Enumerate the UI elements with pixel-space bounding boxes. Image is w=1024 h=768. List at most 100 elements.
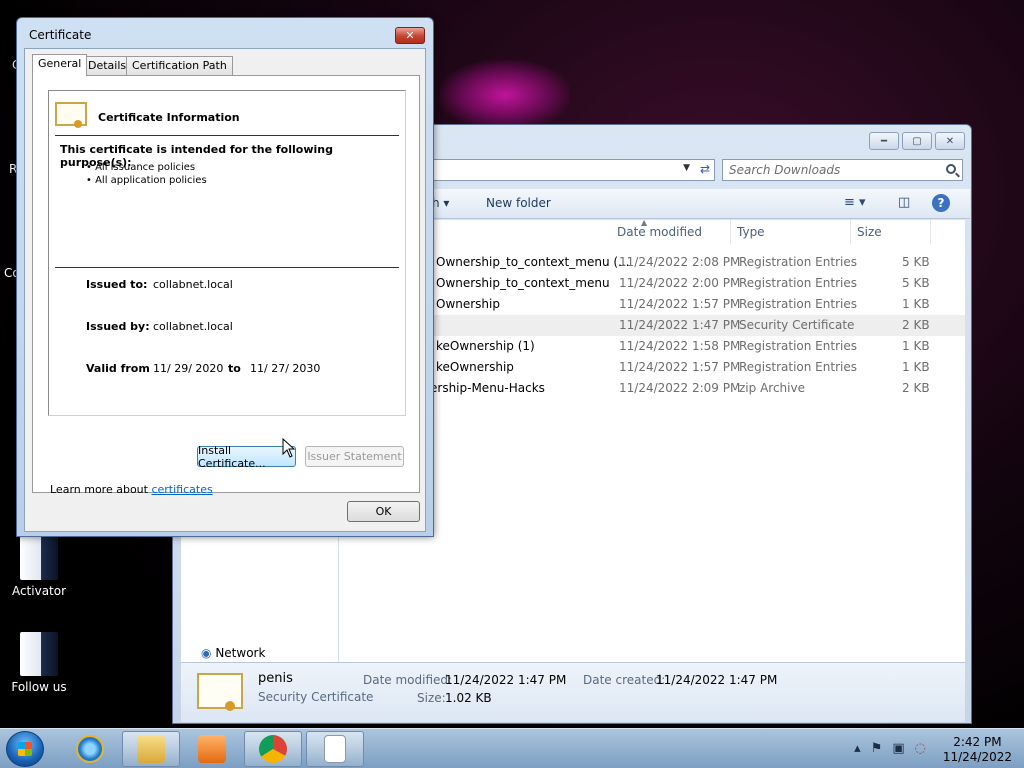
issued-by-label: Issued by: — [86, 320, 150, 333]
start-button[interactable] — [6, 731, 44, 767]
folder-icon — [137, 735, 165, 763]
taskbar: ▴ ⚑ ▣ ◌ 2:42 PM 11/24/2022 — [0, 728, 1024, 768]
column-header-type[interactable]: Type — [731, 220, 851, 244]
document-icon — [324, 735, 346, 763]
file-date: 11/24/2022 1:47 PM — [619, 318, 741, 332]
file-date: 11/24/2022 1:57 PM — [619, 297, 741, 311]
action-center-flag-icon[interactable]: ⚑ — [871, 741, 883, 756]
system-tray: ▴ ⚑ ▣ ◌ — [854, 741, 926, 756]
file-size: 2 KB — [902, 318, 930, 332]
date-modified-label: Date modified: — [363, 673, 453, 687]
desktop-icon-activator[interactable]: Activator — [4, 536, 74, 598]
file-name: Ownership_to_context_menu — [436, 276, 610, 290]
valid-from-value: 11/ 29/ 2020 — [153, 362, 224, 375]
file-type: Registration Entries — [739, 255, 857, 269]
file-size: 2 KB — [902, 381, 930, 395]
tab-general[interactable]: General — [32, 54, 88, 76]
file-type: Registration Entries — [739, 276, 857, 290]
issued-to-label: Issued to: — [86, 278, 148, 291]
file-name: Ownership_to_context_menu (... — [436, 255, 630, 269]
valid-from-label: Valid from — [86, 362, 150, 375]
tab-details[interactable]: Details — [82, 56, 133, 75]
network-icon[interactable]: ▣ — [892, 741, 904, 756]
date-created-label: Date created: — [583, 673, 666, 687]
close-icon: ✕ — [945, 135, 955, 147]
organize-menu[interactable]: h ▾ — [432, 196, 449, 210]
general-tab-panel: Certificate Information This certificate… — [32, 75, 420, 493]
file-type: Registration Entries — [739, 360, 857, 374]
learn-more-label: Learn more about — [50, 483, 152, 496]
learn-more-text: Learn more about certificates — [50, 483, 213, 496]
taskbar-internet-explorer[interactable] — [61, 731, 119, 767]
certificate-icon — [197, 673, 243, 711]
dialog-body: General Details Certification Path Certi… — [24, 48, 426, 532]
file-size: 5 KB — [902, 255, 930, 269]
file-date: 11/24/2022 2:08 PM — [619, 255, 741, 269]
taskbar-media-player[interactable] — [183, 731, 241, 767]
desktop-icon-label: Activator — [11, 584, 67, 598]
date-created-value: 11/24/2022 1:47 PM — [656, 673, 778, 687]
clock[interactable]: 2:42 PM 11/24/2022 — [943, 735, 1012, 765]
minimize-button[interactable]: ━ — [869, 132, 899, 150]
details-file-type: Security Certificate — [258, 690, 374, 704]
file-date: 11/24/2022 1:58 PM — [619, 339, 741, 353]
nav-item-network[interactable]: ◉ Network — [201, 646, 265, 660]
file-type: Registration Entries — [739, 339, 857, 353]
internet-explorer-icon — [76, 735, 104, 763]
view-options-icon[interactable]: ≡ ▾ — [844, 195, 866, 210]
column-header-size[interactable]: Size — [851, 220, 931, 244]
file-size: 1 KB — [902, 297, 930, 311]
show-hidden-icons-icon[interactable]: ▴ — [854, 741, 861, 756]
certificate-info-box: Certificate Information This certificate… — [48, 90, 406, 416]
clock-time: 2:42 PM — [953, 735, 1002, 749]
dialog-title: Certificate — [29, 28, 92, 42]
preview-pane-icon[interactable]: ◫ — [898, 195, 910, 210]
date-modified-value: 11/24/2022 1:47 PM — [445, 673, 567, 687]
close-button[interactable]: ✕ — [935, 132, 965, 150]
chrome-icon — [259, 735, 287, 763]
taskbar-chrome[interactable] — [244, 731, 302, 767]
file-type: Security Certificate — [739, 318, 855, 332]
volume-muted-icon[interactable]: ◌ — [915, 741, 926, 756]
desktop-icon-follow-us[interactable]: Follow us — [4, 632, 74, 694]
maximize-button[interactable]: ▢ — [902, 132, 932, 150]
column-header-date-modified[interactable]: Date modified — [611, 220, 731, 244]
file-date: 11/24/2022 2:00 PM — [619, 276, 741, 290]
desktop-icon-label: Follow us — [11, 680, 67, 694]
file-name: ership-Menu-Hacks — [430, 381, 545, 395]
ok-button[interactable]: OK — [347, 501, 420, 522]
certificates-link[interactable]: certificates — [151, 483, 212, 496]
file-size: 5 KB — [902, 276, 930, 290]
issuer-statement-button[interactable]: Issuer Statement — [305, 446, 404, 467]
nav-item-label: Network — [215, 646, 266, 660]
window-controls: ━ ▢ ✕ — [869, 132, 965, 150]
dialog-close-button[interactable]: ✕ — [395, 27, 425, 44]
search-input[interactable]: Search Downloads — [722, 159, 963, 181]
desktop-wallpaper-glow — [440, 60, 570, 130]
valid-to-value: 11/ 27/ 2030 — [250, 362, 321, 375]
certificate-info-heading: Certificate Information — [98, 111, 240, 124]
divider — [55, 135, 399, 136]
mouse-cursor-icon — [282, 438, 296, 458]
help-icon[interactable]: ? — [932, 194, 950, 212]
details-pane: penis Security Certificate Date modified… — [181, 662, 965, 722]
new-folder-button[interactable]: New folder — [486, 196, 551, 210]
chevron-down-icon[interactable]: ▼ — [683, 163, 690, 173]
tab-certification-path[interactable]: Certification Path — [126, 56, 233, 75]
size-value: 1.02 KB — [445, 691, 492, 705]
taskbar-file-explorer[interactable] — [122, 731, 180, 767]
purpose-item: • All application policies — [86, 175, 207, 186]
file-type: zip Archive — [739, 381, 805, 395]
taskbar-certificate-window[interactable] — [306, 731, 364, 767]
media-player-icon — [198, 735, 226, 763]
activator-icon — [20, 536, 58, 580]
follow-us-icon — [20, 632, 58, 676]
maximize-icon: ▢ — [912, 135, 922, 147]
refresh-icon[interactable]: ⇄ — [700, 162, 710, 176]
issued-by-value: collabnet.local — [153, 320, 233, 333]
size-label: Size: — [417, 691, 446, 705]
search-icon[interactable] — [946, 164, 956, 174]
certificate-icon — [55, 102, 87, 128]
certificate-dialog: Certificate ✕ General Details Certificat… — [16, 17, 434, 537]
file-name: keOwnership — [436, 360, 514, 374]
